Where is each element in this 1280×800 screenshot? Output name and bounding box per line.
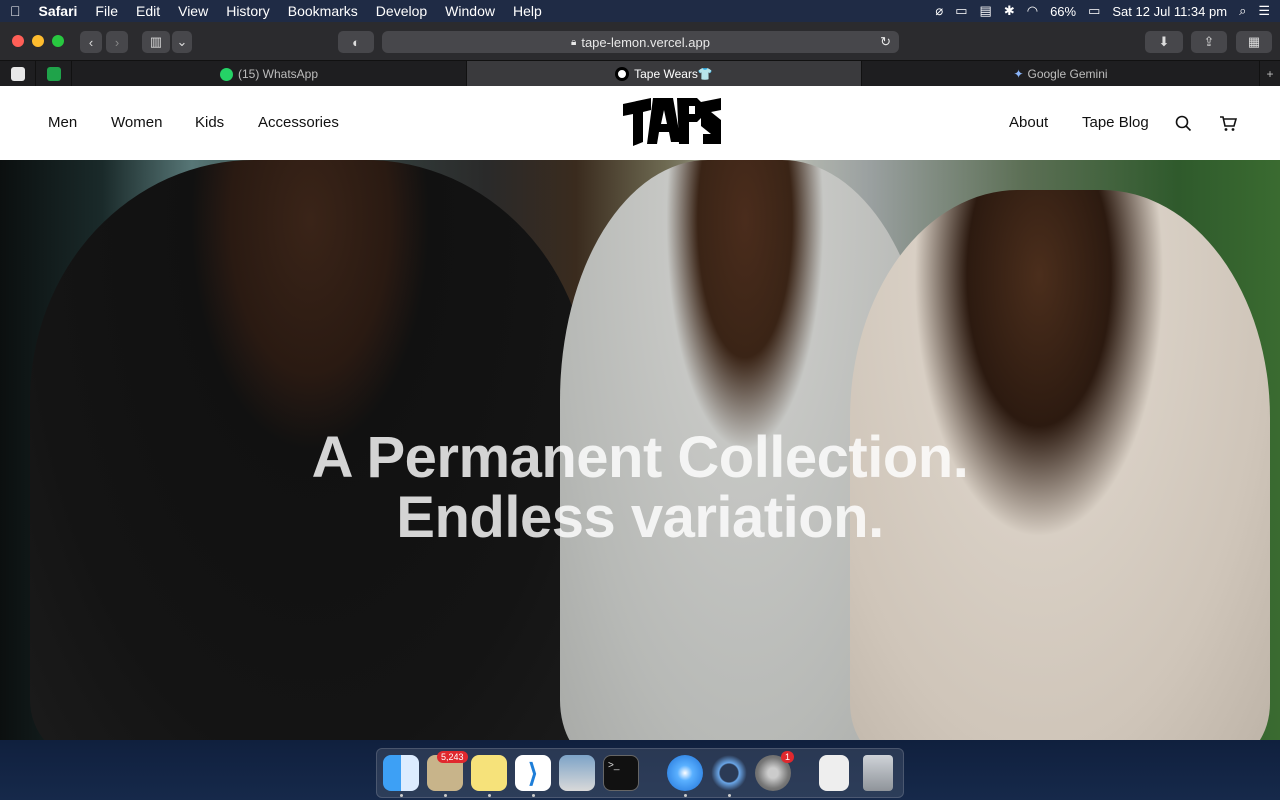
new-tab-button[interactable]: +	[1260, 61, 1280, 87]
lock-icon: 🔒︎	[571, 36, 577, 48]
mail-stamp-icon[interactable]: 5,243	[427, 751, 468, 791]
tab-gemini[interactable]: ✦ Google Gemini	[862, 61, 1260, 87]
pinned-site-icon	[10, 67, 25, 81]
zoom-window-button[interactable]	[52, 35, 64, 47]
tab-overview-icon[interactable]: ▦	[1236, 31, 1272, 53]
notes-running-dot	[488, 794, 491, 797]
battery-percent[interactable]: 66%	[1050, 4, 1076, 19]
vscode-running-dot	[532, 794, 535, 797]
documents-stack-icon[interactable]	[819, 755, 849, 791]
trash-icon[interactable]	[863, 755, 893, 791]
menu-bookmarks[interactable]: Bookmarks	[288, 3, 358, 19]
whatsapp-icon	[219, 67, 233, 81]
safari-icon[interactable]	[667, 755, 703, 791]
nav-men[interactable]: Men	[48, 114, 77, 131]
tab-whatsapp[interactable]: (15) WhatsApp	[72, 61, 467, 87]
tab-gemini-label: Google Gemini	[1027, 67, 1108, 81]
menu-view[interactable]: View	[178, 3, 208, 19]
hero-line-2: Endless variation.	[396, 485, 884, 550]
menu-file[interactable]: File	[95, 3, 118, 19]
url-text: tape-lemon.vercel.app	[581, 34, 710, 50]
preview-icon[interactable]	[559, 755, 595, 791]
nav-women[interactable]: Women	[111, 114, 162, 131]
share-icon[interactable]: ⇪	[1191, 31, 1227, 53]
hero-banner: A Permanent Collection. Endless variatio…	[0, 160, 1280, 740]
close-window-button[interactable]	[12, 35, 24, 47]
finder-icon[interactable]	[383, 755, 419, 791]
gemini-icon: ✦	[1013, 67, 1024, 81]
notes-icon[interactable]	[471, 755, 507, 791]
paperclip-icon[interactable]: ⌀	[935, 3, 943, 19]
tab-whatsapp-label: (15) WhatsApp	[237, 67, 319, 81]
quicktime-icon[interactable]	[711, 755, 747, 791]
spotlight-search-icon[interactable]: ⌕	[1239, 3, 1246, 19]
clock[interactable]: Sat 12 Jul 11:34 pm	[1112, 4, 1227, 19]
minimize-window-button[interactable]	[32, 35, 44, 47]
tab-bar: (15) WhatsApp Tape Wears👕 ✦ Google Gemin…	[0, 60, 1280, 87]
finder-running-dot	[400, 794, 403, 797]
privacy-shield-icon[interactable]: ◐	[338, 31, 374, 53]
pinned-lightning-icon	[46, 67, 61, 81]
nav-about[interactable]: About	[1009, 114, 1048, 131]
menu-window[interactable]: Window	[445, 3, 495, 19]
settings-badge: 1	[781, 751, 795, 763]
menu-history[interactable]: History	[226, 3, 270, 19]
nav-accessories[interactable]: Accessories	[258, 114, 339, 131]
tab-tape-label: Tape Wears👕	[634, 67, 713, 81]
back-icon[interactable]: ‹	[80, 31, 102, 53]
hero-headline: A Permanent Collection. Endless variatio…	[0, 428, 1280, 548]
menu-edit[interactable]: Edit	[136, 3, 160, 19]
dock: 5,243 ⟩ >_ 1	[376, 748, 904, 798]
wifi-icon[interactable]: ◠	[1027, 3, 1038, 19]
safari-running-dot	[684, 794, 687, 797]
terminal-icon[interactable]: >_	[603, 755, 639, 791]
bluetooth-icon[interactable]: ✱	[1004, 3, 1015, 19]
menu-bar:  Safari File Edit View History Bookmark…	[0, 0, 1280, 22]
nav-kids[interactable]: Kids	[195, 114, 224, 131]
pinned-tab-1[interactable]	[0, 61, 36, 87]
cart-icon[interactable]	[1219, 115, 1237, 132]
apple-icon[interactable]: 	[10, 3, 21, 19]
reload-icon[interactable]: ↻	[880, 34, 891, 50]
sidebar-icon[interactable]: ▥	[142, 31, 170, 53]
battery-icon[interactable]: ▭	[1088, 3, 1100, 19]
tape-logo[interactable]	[621, 94, 723, 152]
system-preferences-icon[interactable]: 1	[755, 751, 795, 791]
menu-help[interactable]: Help	[513, 3, 542, 19]
site-header: Men Women Kids Accessories About Tape Bl…	[0, 86, 1280, 160]
address-bar[interactable]: 🔒︎ tape-lemon.vercel.app ↻	[382, 31, 899, 53]
vscode-icon[interactable]: ⟩	[515, 755, 551, 791]
search-icon[interactable]	[1175, 115, 1192, 132]
calendar-icon[interactable]: ▤	[980, 3, 992, 19]
downloads-icon[interactable]: ⬇	[1145, 31, 1183, 53]
nav-tape-blog[interactable]: Tape Blog	[1082, 114, 1149, 131]
window-icon[interactable]: ▭	[955, 3, 967, 19]
tape-favicon-icon	[615, 67, 630, 81]
forward-icon[interactable]: ›	[106, 31, 128, 53]
chevron-down-icon[interactable]: ⌄	[172, 31, 192, 53]
menu-app-name[interactable]: Safari	[39, 3, 78, 19]
tab-tape-wears[interactable]: Tape Wears👕	[467, 61, 862, 87]
quicktime-running-dot	[728, 794, 731, 797]
mail-badge: 5,243	[437, 751, 468, 763]
web-page: Men Women Kids Accessories About Tape Bl…	[0, 86, 1280, 740]
menu-develop[interactable]: Develop	[376, 3, 427, 19]
pinned-tab-2[interactable]	[36, 61, 72, 87]
hero-line-1: A Permanent Collection.	[311, 425, 969, 490]
mail-running-dot	[444, 794, 447, 797]
control-center-icon[interactable]: ☰	[1258, 3, 1270, 19]
